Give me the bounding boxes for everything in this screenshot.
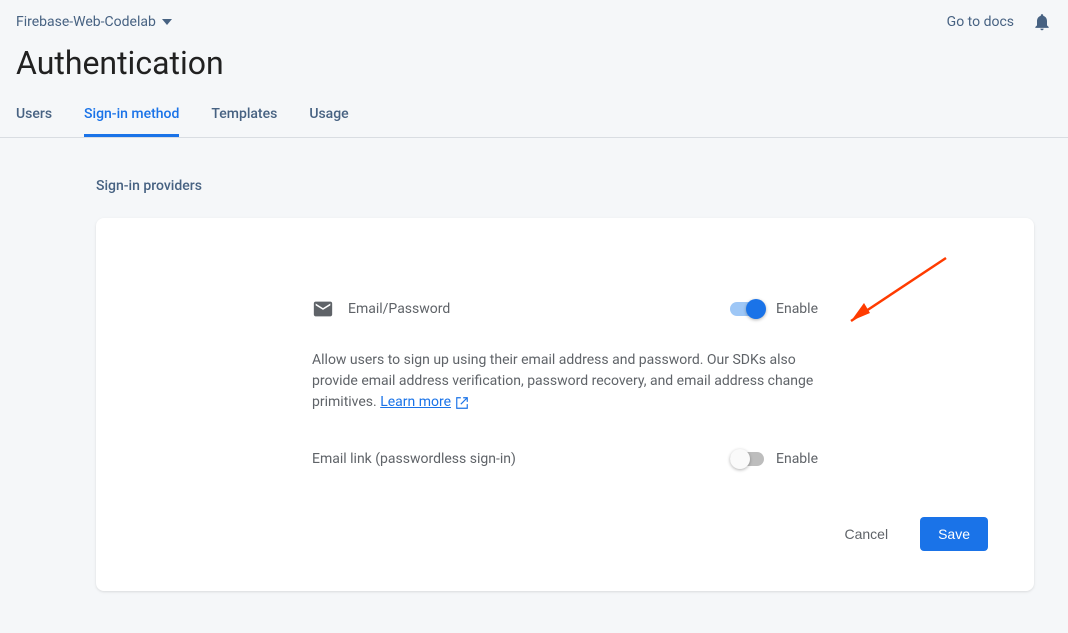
toggle-email-password[interactable] [730, 299, 766, 319]
card-actions: Cancel Save [136, 469, 994, 551]
toggle-email-link-label: Enable [776, 451, 818, 467]
toggle-group-email-link: Enable [730, 449, 818, 469]
go-to-docs-link[interactable]: Go to docs [947, 14, 1014, 30]
page-title: Authentication [0, 32, 1068, 100]
tab-users[interactable]: Users [16, 100, 52, 137]
learn-more-link[interactable]: Learn more [380, 392, 469, 413]
tabs: Users Sign-in method Templates Usage [0, 100, 1068, 138]
save-button[interactable]: Save [920, 517, 988, 551]
tab-sign-in-method[interactable]: Sign-in method [84, 100, 179, 137]
provider-left: Email/Password [312, 298, 450, 320]
project-dropdown[interactable]: Firebase-Web-Codelab [16, 14, 172, 30]
tab-usage[interactable]: Usage [309, 100, 348, 137]
cancel-button[interactable]: Cancel [832, 518, 900, 550]
toggle-group-email-password: Enable [730, 299, 818, 319]
top-right: Go to docs [947, 12, 1052, 32]
tab-templates[interactable]: Templates [211, 100, 277, 137]
toggle-email-link[interactable] [730, 449, 766, 469]
external-link-icon [455, 396, 469, 410]
provider-email-password-label: Email/Password [348, 301, 450, 317]
provider-email-password-row: Email/Password Enable [136, 298, 994, 320]
provider-card: Email/Password Enable Allow users to sig… [96, 218, 1034, 591]
provider-email-link-label: Email link (passwordless sign-in) [312, 451, 516, 467]
project-name: Firebase-Web-Codelab [16, 14, 156, 30]
content: Sign-in providers Email/Password Enable … [0, 138, 1068, 591]
notifications-icon[interactable] [1032, 12, 1052, 32]
mail-icon [312, 298, 334, 320]
provider-email-link-row: Email link (passwordless sign-in) Enable [136, 413, 994, 469]
caret-down-icon [162, 19, 172, 25]
top-bar: Firebase-Web-Codelab Go to docs [0, 0, 1068, 32]
toggle-email-password-label: Enable [776, 301, 818, 317]
provider-description: Allow users to sign up using their email… [136, 320, 994, 413]
section-title: Sign-in providers [96, 178, 1052, 194]
